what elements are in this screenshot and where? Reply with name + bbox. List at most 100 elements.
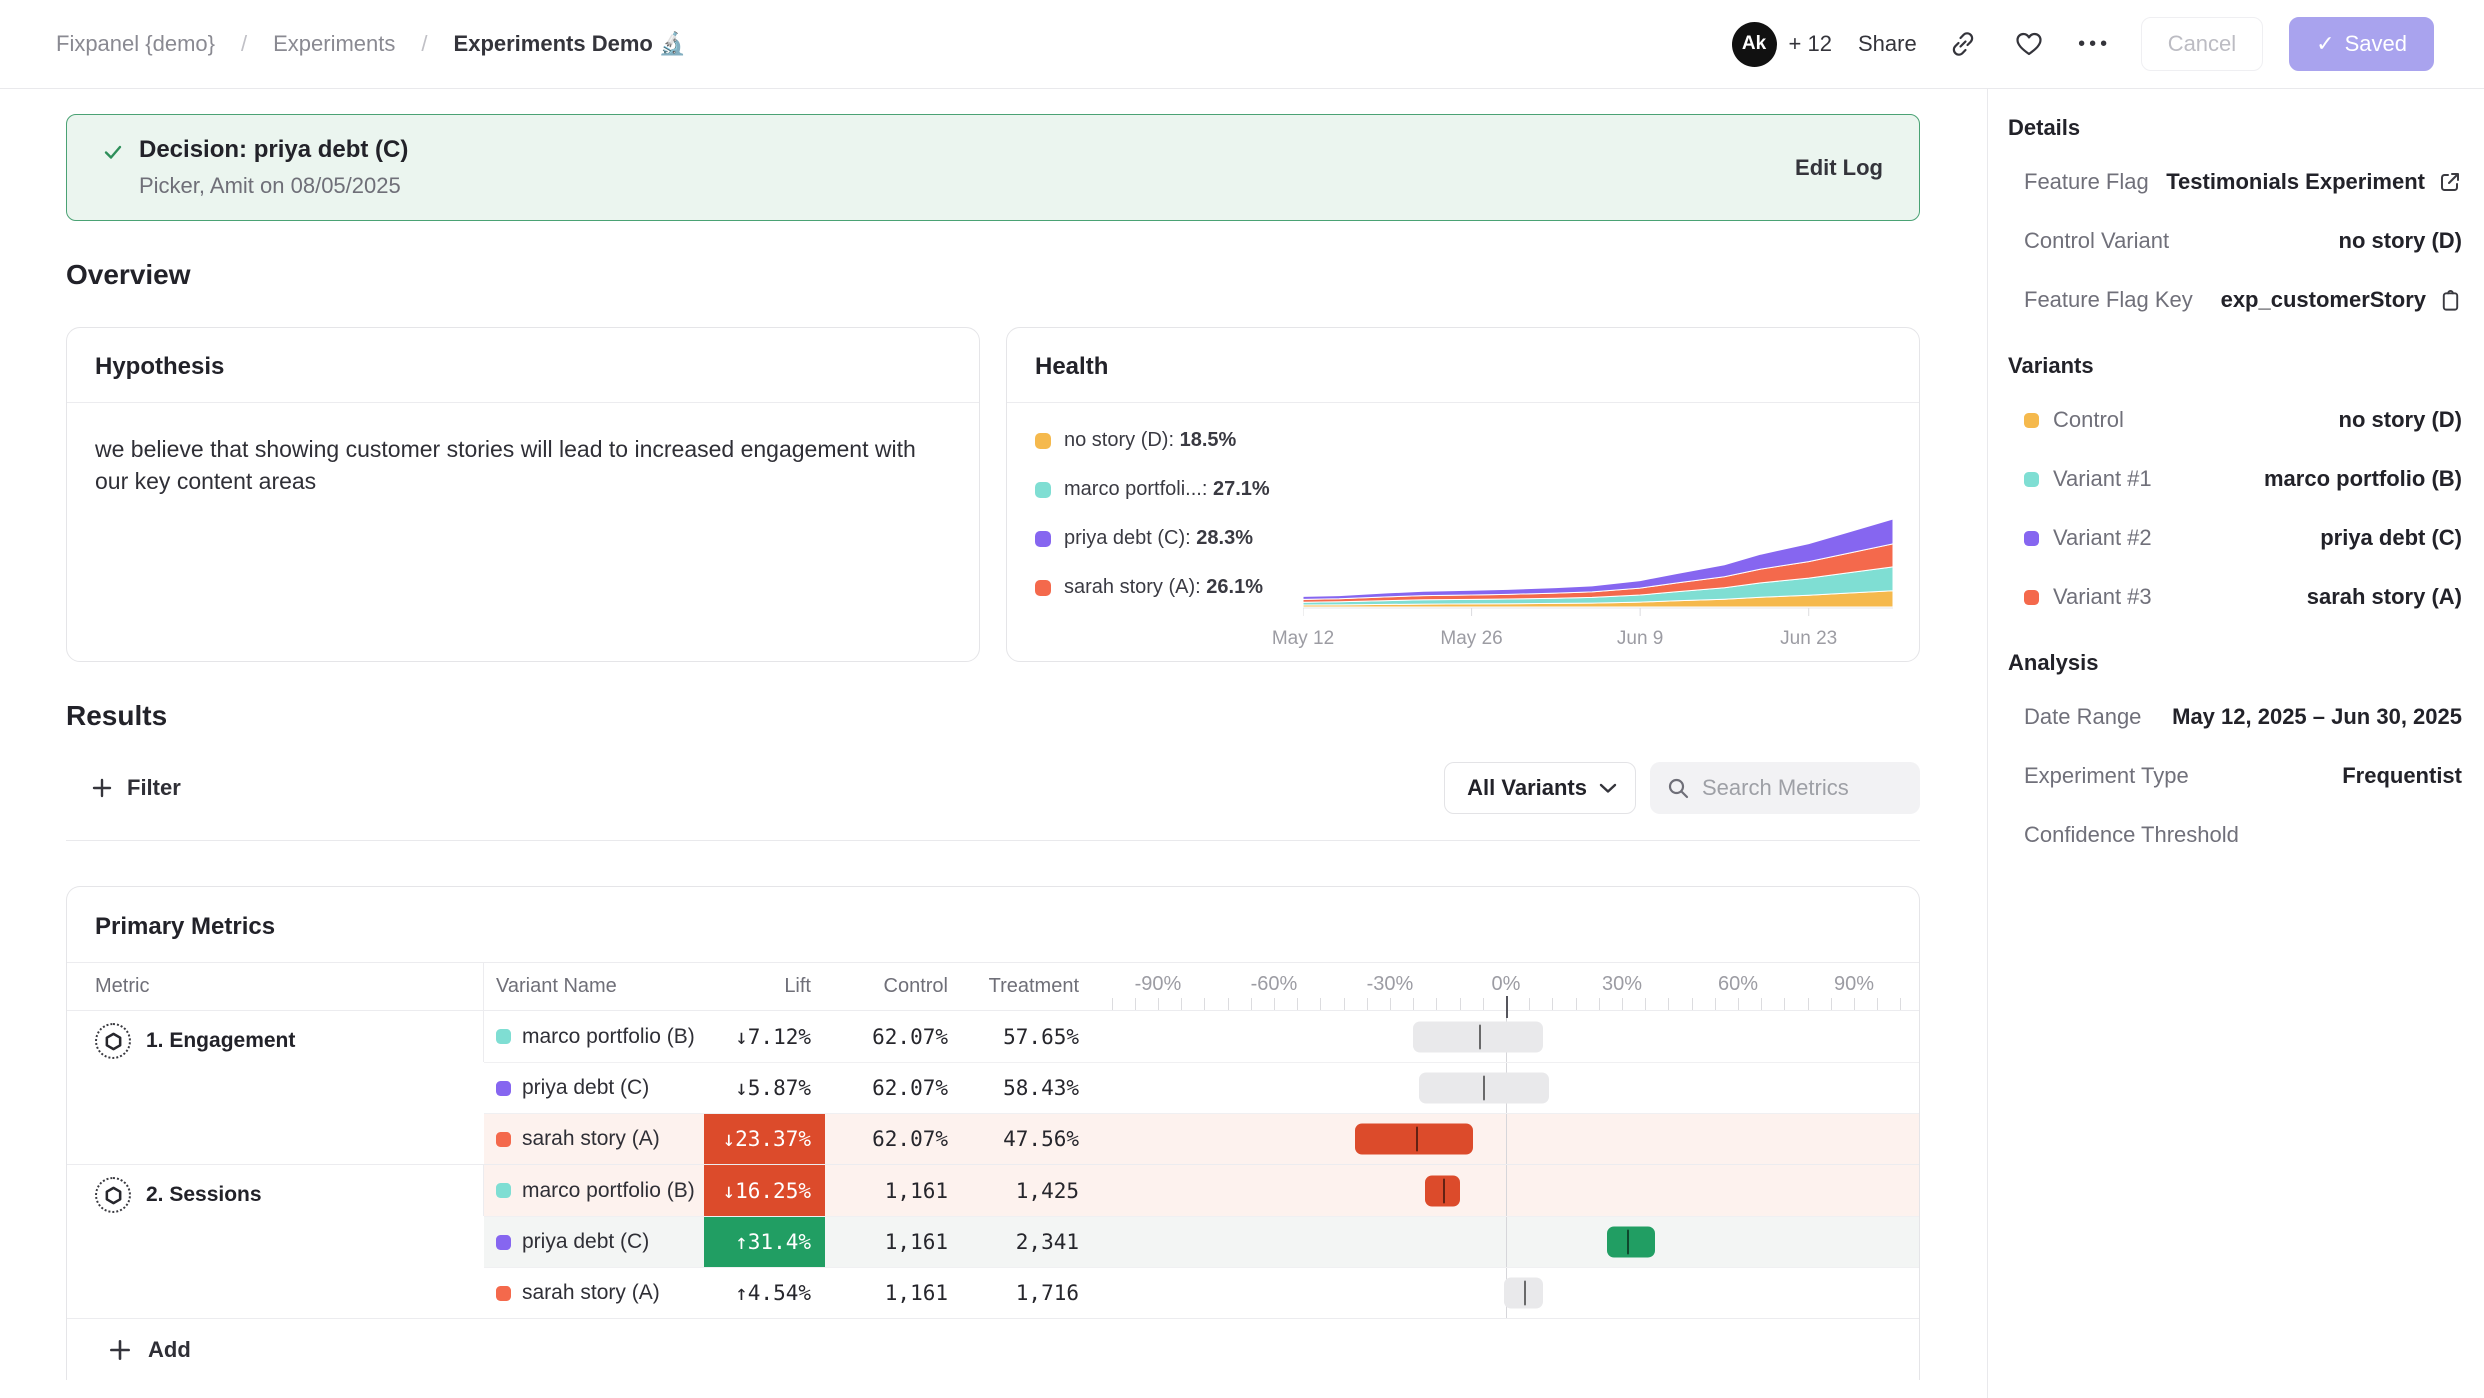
lift-axis-tick-label: -90% bbox=[1135, 973, 1182, 996]
metric-variant-row[interactable]: priya debt (C)↓5.87%62.07%58.43% bbox=[484, 1062, 1919, 1113]
variant-row: Variant #1 marco portfolio (B) bbox=[2024, 466, 2462, 492]
lift-value: ↑31.4% bbox=[704, 1217, 825, 1267]
more-options-icon[interactable]: ••• bbox=[2075, 24, 2115, 64]
variant-color-dot bbox=[496, 1029, 511, 1044]
analysis-section: Analysis Date Range May 12, 2025 – Jun 3… bbox=[2008, 650, 2462, 848]
details-sidebar: Details Feature Flag Testimonials Experi… bbox=[1987, 89, 2484, 1398]
lift-axis-tick-label: 30% bbox=[1602, 973, 1642, 996]
variant-color-dot bbox=[2024, 413, 2039, 428]
variant-cell: sarah story (A) bbox=[484, 1281, 704, 1305]
lift-axis-tick-label: 0% bbox=[1492, 973, 1521, 996]
confidence-interval-cell bbox=[1079, 1268, 1919, 1318]
experiments-page: Fixpanel {demo} / Experiments / Experime… bbox=[0, 0, 2484, 1398]
collaborators-count[interactable]: + 12 bbox=[1789, 31, 1832, 57]
detail-row-feature-flag: Feature Flag Testimonials Experiment bbox=[2024, 169, 2462, 195]
external-link-icon[interactable] bbox=[2438, 170, 2462, 194]
metric-group: 1. Engagement marco portfolio (B)↓7.12%62… bbox=[67, 1011, 1919, 1164]
main-content: Decision: priya debt (C) Picker, Amit on… bbox=[0, 89, 1987, 1398]
control-value: 62.07% bbox=[825, 1076, 948, 1100]
metric-target-icon bbox=[95, 1023, 131, 1059]
variant-color-dot bbox=[496, 1235, 511, 1250]
plus-icon bbox=[90, 776, 114, 800]
lift-value: ↓5.87% bbox=[704, 1063, 825, 1113]
add-metric-button[interactable]: Add bbox=[67, 1318, 1919, 1380]
metric-variant-row[interactable]: marco portfolio (B)↓16.25%1,1611,425 bbox=[484, 1165, 1919, 1216]
check-icon: ✓ bbox=[2316, 31, 2334, 57]
lift-value: ↓16.25% bbox=[704, 1165, 825, 1216]
variants-dropdown[interactable]: All Variants bbox=[1444, 762, 1636, 814]
confidence-interval-bar bbox=[1607, 1227, 1655, 1258]
breadcrumb-project[interactable]: Fixpanel {demo} bbox=[56, 31, 215, 57]
x-axis-tick-label: May 26 bbox=[1440, 628, 1502, 650]
overview-heading: Overview bbox=[66, 259, 1987, 291]
legend-item: marco portfoli...27.1% bbox=[1035, 478, 1270, 501]
hypothesis-card: Hypothesis we believe that showing custo… bbox=[66, 327, 980, 662]
x-axis-tick-label: May 12 bbox=[1272, 628, 1334, 650]
copy-link-icon[interactable] bbox=[1943, 24, 1983, 64]
column-header-control: Control bbox=[825, 975, 948, 998]
search-metrics-box[interactable] bbox=[1650, 762, 1920, 814]
copy-clipboard-icon[interactable] bbox=[2439, 289, 2462, 312]
metric-name: 2. Sessions bbox=[146, 1183, 262, 1207]
edit-log-button[interactable]: Edit Log bbox=[1795, 155, 1883, 181]
lift-point-marker bbox=[1479, 1024, 1481, 1049]
share-button[interactable]: Share bbox=[1858, 31, 1917, 57]
analysis-row-experiment-type: Experiment Type Frequentist bbox=[2024, 763, 2462, 789]
metric-variant-row[interactable]: marco portfolio (B)↓7.12%62.07%57.65% bbox=[484, 1011, 1919, 1062]
treatment-value: 57.65% bbox=[948, 1025, 1079, 1049]
metric-group: 2. Sessions marco portfolio (B) ↓16.25%1,1… bbox=[67, 1164, 1919, 1318]
analysis-heading: Analysis bbox=[2008, 650, 2462, 676]
results-heading: Results bbox=[66, 700, 1987, 732]
hypothesis-body: we believe that showing customer stories… bbox=[67, 403, 979, 497]
health-card: Health no story (D)18.5% marco portfoli.… bbox=[1006, 327, 1920, 662]
metric-variant-row[interactable]: sarah story (A)↓23.37%62.07%47.56% bbox=[484, 1113, 1919, 1164]
lift-axis-header: -90%-60%-30%0%30%60%90% bbox=[1079, 963, 1919, 1010]
breadcrumb-separator: / bbox=[421, 31, 427, 57]
variant-name: marco portfolio (B) bbox=[522, 1025, 695, 1049]
control-value: 1,161 bbox=[825, 1230, 948, 1254]
variant-row: Variant #3 sarah story (A) bbox=[2024, 584, 2462, 610]
treatment-value: 47.56% bbox=[948, 1127, 1079, 1151]
metric-variant-row[interactable]: priya debt (C)↑31.4%1,1612,341 bbox=[484, 1216, 1919, 1267]
confidence-interval-cell bbox=[1079, 1063, 1919, 1113]
decision-banner: Decision: priya debt (C) Picker, Amit on… bbox=[66, 114, 1920, 221]
confidence-interval-cell bbox=[1079, 1217, 1919, 1267]
search-metrics-input[interactable] bbox=[1702, 775, 1902, 801]
column-header-variant-name: Variant Name bbox=[484, 975, 704, 998]
cancel-button[interactable]: Cancel bbox=[2141, 17, 2263, 71]
saved-button[interactable]: ✓Saved bbox=[2289, 17, 2434, 71]
add-filter-button[interactable]: Filter bbox=[66, 775, 181, 801]
analysis-row-confidence-threshold: Confidence Threshold bbox=[2024, 822, 2462, 848]
avatar[interactable]: Ak bbox=[1732, 22, 1777, 67]
metric-name: 1. Engagement bbox=[146, 1029, 295, 1053]
breadcrumb: Fixpanel {demo} / Experiments / Experime… bbox=[56, 31, 686, 57]
lift-point-marker bbox=[1524, 1281, 1526, 1306]
variant-name: sarah story (A) bbox=[522, 1281, 660, 1305]
variant-color-dot bbox=[496, 1183, 511, 1198]
details-section: Details Feature Flag Testimonials Experi… bbox=[2008, 115, 2462, 313]
x-axis-tick-label: Jun 9 bbox=[1617, 628, 1663, 650]
variant-name: priya debt (C) bbox=[522, 1076, 649, 1100]
table-header: Metric Variant Name Lift Control Treatme… bbox=[67, 963, 1919, 1011]
treatment-value: 2,341 bbox=[948, 1230, 1079, 1254]
lift-value: ↑4.54% bbox=[704, 1268, 825, 1318]
analysis-row-date-range: Date Range May 12, 2025 – Jun 30, 2025 bbox=[2024, 704, 2462, 730]
column-header-treatment: Treatment bbox=[948, 975, 1079, 998]
legend-swatch bbox=[1035, 580, 1051, 596]
variant-name: marco portfolio (B) bbox=[522, 1179, 695, 1203]
lift-point-marker bbox=[1443, 1178, 1445, 1203]
variant-row: Variant #2 priya debt (C) bbox=[2024, 525, 2462, 551]
top-bar: Fixpanel {demo} / Experiments / Experime… bbox=[0, 0, 2484, 89]
details-heading: Details bbox=[2008, 115, 2462, 141]
variant-color-dot bbox=[496, 1286, 511, 1301]
primary-metrics-title: Primary Metrics bbox=[67, 887, 1919, 963]
plus-icon bbox=[107, 1337, 133, 1363]
variant-color-dot bbox=[496, 1132, 511, 1147]
primary-metrics-card: Primary Metrics Metric Variant Name Lift… bbox=[66, 886, 1920, 1380]
metric-variant-row[interactable]: sarah story (A)↑4.54%1,1611,716 bbox=[484, 1267, 1919, 1318]
favorite-heart-icon[interactable] bbox=[2009, 24, 2049, 64]
control-value: 62.07% bbox=[825, 1127, 948, 1151]
feature-flag-link[interactable]: Testimonials Experiment bbox=[2166, 169, 2425, 195]
variant-name: sarah story (A) bbox=[522, 1127, 660, 1151]
breadcrumb-experiments[interactable]: Experiments bbox=[273, 31, 395, 57]
